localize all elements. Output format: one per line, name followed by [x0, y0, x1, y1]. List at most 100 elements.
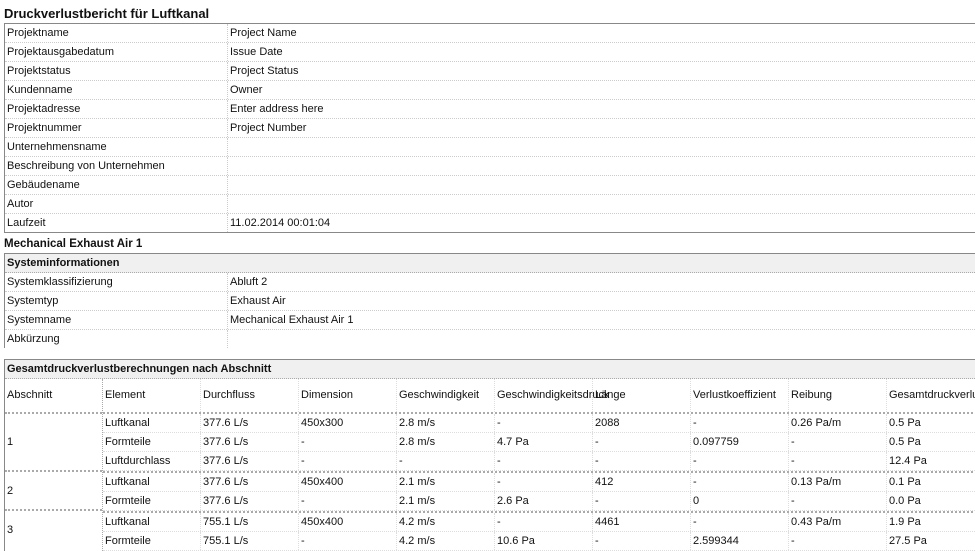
project-info-row: Kundenname Owner	[5, 81, 975, 100]
field-label: Systemname	[5, 311, 228, 329]
table-cell: 377.6 L/s	[201, 473, 299, 491]
field-value	[228, 138, 230, 156]
field-label: Projektadresse	[5, 100, 228, 118]
table-cell: -	[789, 433, 887, 451]
field-label: Projektnummer	[5, 119, 228, 137]
table-cell: 27.5 Pa	[887, 532, 975, 550]
section-group: Luftkanal 377.6 L/s 450x300 2.8 m/s -2088-0.…	[103, 414, 975, 473]
table-cell: -	[299, 452, 397, 470]
table-cell: 1.9 Pa	[887, 513, 975, 531]
table-cell: -	[593, 492, 691, 510]
column-header-row: Element Durchfluss Dimension Geschwindigkei…	[103, 379, 975, 414]
table-cell: -	[593, 532, 691, 550]
field-label: Systemklassifizierung	[5, 273, 228, 291]
field-value: Project Number	[230, 122, 307, 134]
table-cell: -	[789, 492, 887, 510]
column-header: Element	[103, 379, 201, 412]
table-row: Luftkanal 755.1 L/s 450x400 4.2 m/s -4461-0.…	[103, 513, 975, 532]
field-label: Gebäudename	[5, 176, 228, 194]
table-cell: -	[397, 452, 495, 470]
table-cell: Luftkanal	[103, 473, 201, 491]
field-label: Projektausgabedatum	[5, 43, 228, 61]
section-calc-table: Gesamtdruckverlustberechnungen nach Absc…	[4, 359, 975, 551]
project-info-row: Projektname Project Name	[5, 24, 975, 43]
column-header: Dimension	[299, 379, 397, 412]
column-header: Gesamtdruckverlust	[887, 379, 975, 412]
field-value: Issue Date	[230, 46, 283, 58]
field-label: Abkürzung	[5, 330, 228, 348]
table-row: Luftdurchlass 377.6 L/s - - - - - -12.4 Pa	[103, 452, 975, 471]
system-title: Mechanical Exhaust Air 1	[4, 238, 143, 250]
field-value	[228, 195, 230, 213]
project-info-row: Laufzeit 11.02.2014 00:01:04	[5, 214, 975, 232]
field-label: Systemtyp	[5, 292, 228, 310]
system-info-table: Systeminformationen Systemklassifizierun…	[4, 253, 975, 348]
section-number: 2	[5, 472, 102, 511]
project-info-row: Projektadresse Enter address here	[5, 100, 975, 119]
project-info-row: Autor	[5, 195, 975, 214]
project-info-row: Projektnummer Project Number	[5, 119, 975, 138]
report-title: Druckverlustbericht für Luftkanal	[4, 6, 210, 21]
field-value: Enter address here	[230, 103, 324, 115]
table-cell: -	[691, 513, 789, 531]
table-cell: -	[789, 452, 887, 470]
table-cell: 0.0 Pa	[887, 492, 975, 510]
table-cell: 0.13 Pa/m	[789, 473, 887, 491]
table-cell: 0.5 Pa	[887, 433, 975, 451]
field-label: Unternehmensname	[5, 138, 228, 156]
table-cell: 0.43 Pa/m	[789, 513, 887, 531]
section-number: 3	[7, 523, 14, 536]
column-header: Geschwindigkeitsdruck	[495, 379, 610, 412]
field-value: Project Name	[230, 27, 297, 39]
table-cell: 4.7 Pa	[495, 433, 593, 451]
table-cell: 2.599344	[691, 532, 789, 550]
table-cell: -	[299, 433, 397, 451]
system-info-row: Abkürzung	[5, 330, 975, 348]
column-header: Verlustkoeffizient	[691, 379, 789, 412]
section-number: 1	[5, 414, 102, 472]
table-cell: 755.1 L/s	[201, 532, 299, 550]
table-row: Formteile 377.6 L/s -2.1 m/s 2.6 Pa -0-0.0 P…	[103, 492, 975, 511]
table-row: Luftkanal 377.6 L/s 450x300 2.8 m/s -2088-0.…	[103, 414, 975, 433]
column-header: Länge	[593, 379, 691, 412]
field-value: Exhaust Air	[230, 295, 286, 307]
table-cell: -	[593, 452, 691, 470]
field-label: Beschreibung von Unternehmen	[5, 157, 228, 175]
section-group: Luftkanal 377.6 L/s 450x400 2.1 m/s -412-0.1…	[103, 473, 975, 513]
field-label: Projektstatus	[5, 62, 228, 80]
field-label: Autor	[5, 195, 228, 213]
table-cell: 0.097759	[691, 433, 789, 451]
table-cell: 377.6 L/s	[201, 433, 299, 451]
table-cell: -	[789, 532, 887, 550]
table-cell: 2.1 m/s	[397, 473, 495, 491]
table-cell: -	[495, 473, 593, 491]
project-info-row: Beschreibung von Unternehmen	[5, 157, 975, 176]
table-cell: 4461	[593, 513, 691, 531]
field-value: Abluft 2	[230, 276, 268, 288]
field-label: Projektname	[5, 24, 228, 42]
table-cell: 412	[593, 473, 691, 491]
field-value: Owner	[230, 84, 263, 96]
field-value: Project Status	[230, 65, 299, 77]
table-cell: 10.6 Pa	[495, 532, 593, 550]
table-cell: 2.6 Pa	[495, 492, 593, 510]
table-cell: 377.6 L/s	[201, 414, 299, 432]
table-cell: Formteile	[103, 433, 201, 451]
table-cell: Luftkanal	[103, 414, 201, 432]
field-label: Kundenname	[5, 81, 228, 99]
system-info-header: Systeminformationen	[5, 254, 975, 273]
table-cell: Luftdurchlass	[103, 452, 201, 470]
table-cell: Formteile	[103, 532, 201, 550]
column-header-abschnitt: Abschnitt	[5, 379, 102, 414]
table-cell: 4.2 m/s	[397, 532, 495, 550]
table-cell: 450x300	[299, 414, 397, 432]
table-cell: -	[691, 414, 789, 432]
section-group: Luftkanal 755.1 L/s 450x400 4.2 m/s -4461-0.…	[103, 513, 975, 551]
project-info-row: Projektausgabedatum Issue Date	[5, 43, 975, 62]
system-info-row: Systemklassifizierung Abluft 2	[5, 273, 975, 292]
table-cell: -	[593, 433, 691, 451]
project-info-row: Unternehmensname	[5, 138, 975, 157]
table-cell: 2.8 m/s	[397, 433, 495, 451]
section-calc-header: Gesamtdruckverlustberechnungen nach Absc…	[5, 360, 975, 379]
column-header: Durchfluss	[201, 379, 299, 412]
